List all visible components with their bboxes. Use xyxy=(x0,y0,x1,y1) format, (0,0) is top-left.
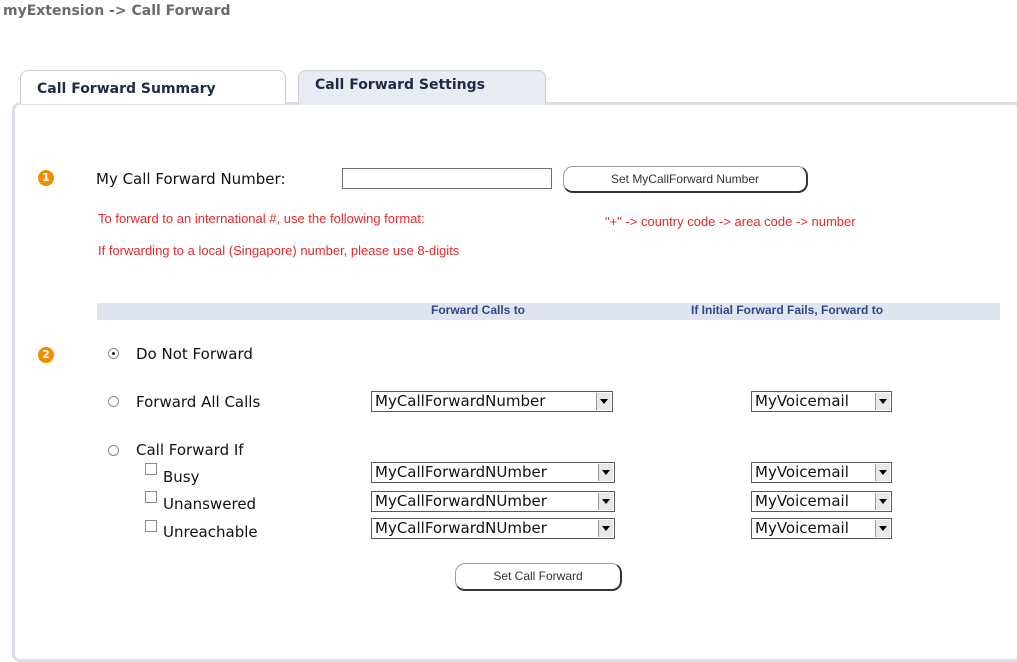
call-forward-if-label: Call Forward If xyxy=(136,441,244,459)
busy-checkbox[interactable] xyxy=(145,463,157,475)
forward-all-calls-label: Forward All Calls xyxy=(136,393,261,411)
busy-fallback-value: MyVoicemail xyxy=(755,463,849,481)
set-callforward-number-button[interactable]: Set MyCallForward Number xyxy=(563,166,808,193)
chevron-down-icon xyxy=(598,520,613,537)
forward-calls-to-header: Forward Calls to xyxy=(431,303,526,317)
busy-target-select[interactable]: MyCallForwardNUmber xyxy=(371,462,615,483)
call-forward-number-input[interactable] xyxy=(342,168,552,189)
forward-all-calls-radio[interactable] xyxy=(108,396,119,407)
chevron-down-icon xyxy=(875,520,890,537)
busy-label: Busy xyxy=(163,468,200,486)
unanswered-target-value: MyCallForwardNUmber xyxy=(375,492,547,510)
fallback-header: If Initial Forward Fails, Forward to xyxy=(691,303,884,317)
busy-target-value: MyCallForwardNUmber xyxy=(375,463,547,481)
unreachable-checkbox[interactable] xyxy=(145,520,157,532)
set-call-forward-button[interactable]: Set Call Forward xyxy=(455,563,622,591)
unreachable-target-value: MyCallForwardNUmber xyxy=(375,519,547,537)
unreachable-label: Unreachable xyxy=(163,523,258,541)
call-forward-if-radio[interactable] xyxy=(108,445,119,456)
unanswered-fallback-value: MyVoicemail xyxy=(755,492,849,510)
chevron-down-icon xyxy=(875,464,890,481)
forward-all-target-value: MyCallForwardNumber xyxy=(375,392,546,410)
unanswered-checkbox[interactable] xyxy=(145,491,157,503)
unreachable-fallback-value: MyVoicemail xyxy=(755,519,849,537)
local-number-note: If forwarding to a local (Singapore) num… xyxy=(98,243,460,258)
forward-all-fallback-value: MyVoicemail xyxy=(755,392,849,410)
intl-format-note: To forward to an international #, use th… xyxy=(98,211,425,226)
unreachable-fallback-select[interactable]: MyVoicemail xyxy=(751,518,892,539)
busy-fallback-select[interactable]: MyVoicemail xyxy=(751,462,892,483)
tab-call-forward-settings[interactable]: Call Forward Settings xyxy=(298,70,546,104)
unanswered-label: Unanswered xyxy=(163,495,257,513)
active-tab-connector xyxy=(299,100,545,105)
do-not-forward-label: Do Not Forward xyxy=(136,345,253,363)
unanswered-target-select[interactable]: MyCallForwardNUmber xyxy=(371,491,615,512)
breadcrumb: myExtension -> Call Forward xyxy=(3,3,231,19)
chevron-down-icon xyxy=(596,393,611,410)
chevron-down-icon xyxy=(875,393,890,410)
call-forward-number-label: My Call Forward Number: xyxy=(96,170,286,188)
chevron-down-icon xyxy=(598,464,613,481)
chevron-down-icon xyxy=(598,493,613,510)
intl-format-example: "+" -> country code -> area code -> numb… xyxy=(605,214,856,229)
do-not-forward-radio[interactable] xyxy=(108,348,119,359)
step-2-badge: 2 xyxy=(38,347,54,363)
unanswered-fallback-select[interactable]: MyVoicemail xyxy=(751,491,892,512)
tab-call-forward-summary[interactable]: Call Forward Summary xyxy=(20,70,286,104)
step-1-badge: 1 xyxy=(38,170,54,186)
chevron-down-icon xyxy=(875,493,890,510)
forward-all-fallback-select[interactable]: MyVoicemail xyxy=(751,391,892,412)
forward-all-target-select[interactable]: MyCallForwardNumber xyxy=(371,391,613,412)
unreachable-target-select[interactable]: MyCallForwardNUmber xyxy=(371,518,615,539)
